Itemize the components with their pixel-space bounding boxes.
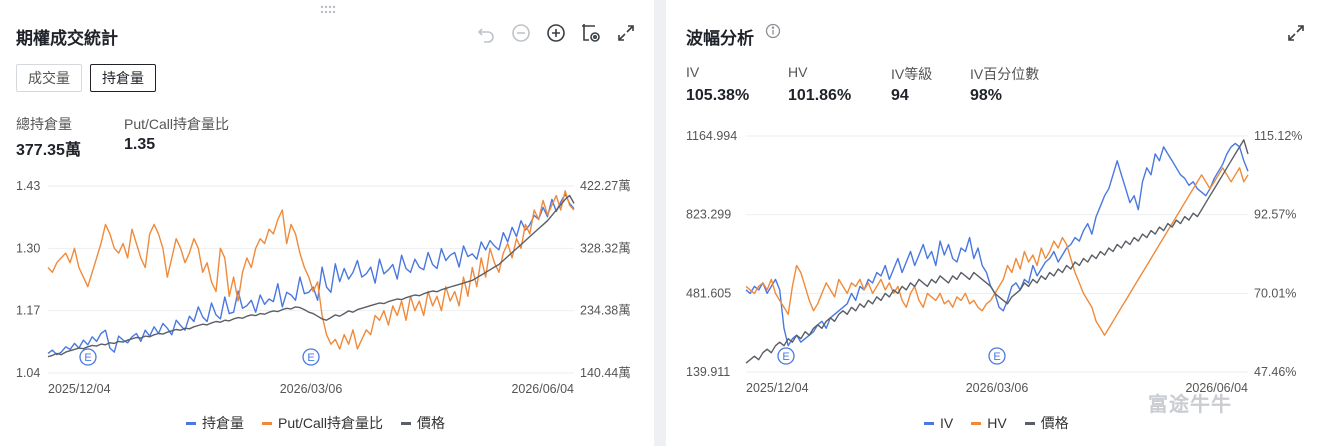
y-right-tick-label: 328.32萬 bbox=[580, 241, 631, 255]
legend-label: HV bbox=[987, 415, 1007, 431]
x-tick-label: 2026/06/04 bbox=[511, 382, 574, 396]
iv-rank-label: IV等級 bbox=[891, 66, 933, 82]
iv-rank-value: 94 bbox=[891, 87, 909, 104]
y-right-tick-label: 92.57% bbox=[1254, 208, 1296, 222]
hv-label: HV bbox=[788, 64, 808, 80]
series-line-1 bbox=[47, 193, 575, 356]
screenshot-settings-icon[interactable] bbox=[580, 22, 602, 44]
watermark-logo: 富途牛牛 bbox=[1148, 394, 1232, 416]
panel-title: 期權成交統計 bbox=[16, 29, 118, 48]
pc-ratio-label: Put/Call持倉量比 bbox=[124, 116, 230, 132]
earnings-marker-label: E bbox=[782, 351, 789, 363]
earnings-marker[interactable]: E bbox=[79, 348, 97, 366]
series-line-1 bbox=[745, 142, 1249, 347]
x-tick-label: 2025/12/04 bbox=[746, 381, 809, 395]
legend-item-pc-ratio[interactable]: Put/Call持倉量比 bbox=[262, 413, 383, 433]
x-tick-label: 2025/12/04 bbox=[48, 382, 111, 396]
y-left-tick-label: 823.299 bbox=[686, 208, 731, 222]
legend-swatch bbox=[186, 421, 196, 425]
legend-item-price[interactable]: 價格 bbox=[1024, 413, 1069, 433]
legend-label: Put/Call持倉量比 bbox=[278, 415, 384, 431]
chart-legend: IV HV 價格 bbox=[924, 413, 1087, 433]
y-right-tick-label: 70.01% bbox=[1254, 286, 1296, 300]
y-left-tick-label: 481.605 bbox=[686, 286, 731, 300]
y-left-tick-label: 1.30 bbox=[16, 241, 40, 255]
open-interest-chart[interactable]: 1.43 422.27萬 1.30 328.32萬 1.17 234.38萬 1.04 140… bbox=[0, 170, 654, 400]
y-left-tick-label: 139.911 bbox=[686, 365, 730, 379]
total-oi-label: 總持倉量 bbox=[16, 116, 72, 132]
y-right-tick-label: 140.44萬 bbox=[580, 366, 631, 380]
tab-open-interest[interactable]: 持倉量 bbox=[90, 64, 156, 92]
earnings-marker-label: E bbox=[993, 351, 1000, 363]
chart-legend: 持倉量 Put/Call持倉量比 價格 bbox=[186, 413, 463, 433]
legend-label: 價格 bbox=[1040, 415, 1069, 431]
hv-value: 101.86% bbox=[788, 87, 852, 104]
legend-item-price[interactable]: 價格 bbox=[401, 413, 445, 433]
iv-percentile-value: 98% bbox=[970, 87, 1003, 104]
series-line-2 bbox=[745, 167, 1249, 336]
legend-swatch bbox=[401, 421, 412, 425]
series-line-3 bbox=[47, 194, 575, 358]
pc-ratio-value: 1.35 bbox=[124, 136, 156, 153]
zoom-in-icon[interactable] bbox=[545, 22, 567, 44]
series-line-2 bbox=[47, 190, 575, 350]
x-tick-label: 2026/03/06 bbox=[966, 381, 1029, 395]
earnings-marker-label: E bbox=[84, 352, 91, 364]
y-right-tick-label: 422.27萬 bbox=[580, 179, 631, 193]
zoom-out-icon[interactable] bbox=[510, 22, 532, 44]
earnings-marker-label: E bbox=[307, 352, 314, 364]
volatility-panel: 波幅分析 IV 105.38% HV 101.86% IV等級 94 IV百分位… bbox=[666, 0, 1319, 446]
y-left-tick-label: 1164.994 bbox=[686, 129, 737, 143]
legend-item-hv[interactable]: HV bbox=[971, 415, 1007, 431]
iv-percentile-label: IV百分位數 bbox=[970, 66, 1040, 82]
legend-label: 價格 bbox=[417, 415, 446, 431]
series-line-3 bbox=[745, 139, 1249, 364]
fullscreen-icon[interactable] bbox=[615, 22, 637, 44]
y-right-tick-label: 234.38萬 bbox=[580, 304, 631, 318]
undo-icon[interactable] bbox=[475, 22, 497, 44]
tab-volume[interactable]: 成交量 bbox=[16, 64, 82, 92]
legend-label: 持倉量 bbox=[202, 415, 244, 431]
panel-title: 波幅分析 bbox=[686, 29, 754, 48]
legend-item-iv[interactable]: IV bbox=[924, 415, 953, 431]
iv-label: IV bbox=[686, 64, 700, 80]
legend-swatch bbox=[1024, 421, 1035, 425]
legend-label: IV bbox=[940, 415, 954, 431]
drag-handle-icon[interactable] bbox=[320, 5, 336, 15]
fullscreen-icon[interactable] bbox=[1285, 22, 1307, 44]
info-icon[interactable] bbox=[764, 22, 782, 40]
y-left-tick-label: 1.04 bbox=[16, 366, 40, 380]
earnings-marker[interactable]: E bbox=[302, 348, 320, 366]
options-stats-panel: 期權成交統計 成交量 持倉量 總持倉量 377.35萬 Put/Call持倉量比… bbox=[0, 0, 654, 446]
y-right-tick-label: 115.12% bbox=[1254, 129, 1302, 143]
y-right-tick-label: 47.46% bbox=[1254, 365, 1296, 379]
legend-swatch bbox=[971, 421, 982, 425]
legend-item-open-interest[interactable]: 持倉量 bbox=[186, 413, 244, 433]
legend-swatch bbox=[262, 421, 272, 425]
y-left-tick-label: 1.17 bbox=[16, 304, 40, 318]
earnings-marker[interactable]: E bbox=[988, 347, 1006, 365]
y-left-tick-label: 1.43 bbox=[16, 179, 40, 193]
earnings-marker[interactable]: E bbox=[777, 347, 795, 365]
total-oi-value: 377.35萬 bbox=[16, 142, 81, 159]
volatility-chart[interactable]: 1164.994 115.12% 823.299 92.57% 481.605 70.01… bbox=[666, 120, 1319, 400]
iv-value: 105.38% bbox=[686, 87, 750, 104]
legend-swatch bbox=[924, 421, 934, 425]
x-tick-label: 2026/03/06 bbox=[280, 382, 343, 396]
